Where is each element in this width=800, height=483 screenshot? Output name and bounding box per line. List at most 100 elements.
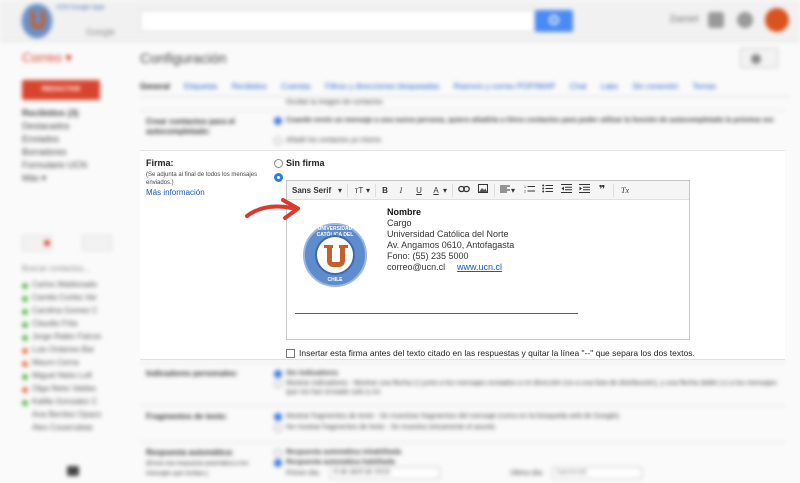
radio-contacts-manual[interactable] xyxy=(274,137,282,145)
contact-item[interactable]: Luis Ordenes Bar xyxy=(22,345,122,358)
bulleted-list-icon xyxy=(541,184,553,193)
signature-position: Cargo xyxy=(387,218,412,228)
underline-button[interactable]: U xyxy=(414,184,424,197)
tab-accounts[interactable]: Cuentas xyxy=(281,82,311,91)
quote-button[interactable]: ❞ xyxy=(596,184,608,197)
nav-item-drafts[interactable]: Borradores xyxy=(22,147,122,160)
radio-no-indicators[interactable] xyxy=(274,370,282,378)
ucn-logo[interactable] xyxy=(20,2,54,40)
row-text: Sin indicadores xyxy=(286,370,339,377)
nav-item-form[interactable]: Formulario UCN xyxy=(22,160,122,173)
tab-forwarding[interactable]: Reenvío y correo POP/IMAP xyxy=(454,82,556,91)
contact-item[interactable]: Mauro Cerna xyxy=(22,358,122,371)
contact-item[interactable]: Carolina Gomez C xyxy=(22,306,122,319)
row-text: Cuando envío un mensaje a una nueva pers… xyxy=(286,117,774,124)
signature-label: Firma: xyxy=(146,158,174,168)
radio-contacts-auto[interactable] xyxy=(274,117,282,125)
signature-note: (Se adjunta al final de todos los mensaj… xyxy=(146,172,258,186)
settings-button[interactable] xyxy=(740,48,778,68)
toolbar-divider xyxy=(347,184,348,197)
align-button[interactable] xyxy=(499,184,511,197)
contact-item[interactable]: Carlos Maldonado xyxy=(22,280,122,293)
more-info-link[interactable]: Más información xyxy=(146,188,205,197)
text-color-button[interactable]: A xyxy=(431,184,441,197)
row-label: Crear contactos para el autocompletado: xyxy=(146,117,235,136)
clear-formatting-button[interactable]: Tx xyxy=(619,184,631,197)
nav-item-sent[interactable]: Enviados xyxy=(22,134,122,147)
nav-item-inbox[interactable]: Recibidos (3) xyxy=(22,108,122,121)
nav-item-starred[interactable]: Destacados xyxy=(22,121,122,134)
svg-text:2: 2 xyxy=(524,190,526,194)
contact-item[interactable]: Claudia Frita xyxy=(22,319,122,332)
radio-no-signature[interactable] xyxy=(274,159,283,168)
indent-less-button[interactable] xyxy=(560,184,572,197)
contact-search-input[interactable]: Buscar contactos... xyxy=(22,264,112,273)
seal-u-letter xyxy=(327,247,345,267)
radio-hide-snippets[interactable] xyxy=(274,424,282,432)
indent-more-button[interactable] xyxy=(578,184,590,197)
row-text: Añadir los contactos yo mismo xyxy=(286,137,381,144)
link-button[interactable] xyxy=(457,184,471,197)
contact-item[interactable]: Camila Cortés Var xyxy=(22,293,122,306)
apps-grid-icon[interactable] xyxy=(708,12,724,28)
compose-button[interactable]: REDACTAR xyxy=(22,80,100,100)
italic-button[interactable]: I xyxy=(396,184,406,197)
numbered-list-button[interactable]: 12 xyxy=(523,184,535,197)
contact-item[interactable]: Ana Benítez Opazo xyxy=(22,410,122,423)
radio-show-indicators[interactable] xyxy=(274,380,282,388)
avatar[interactable] xyxy=(765,8,789,32)
row-text: Mostrar fragmentos de texto - Se muestra… xyxy=(286,413,621,420)
chat-bubble-icon[interactable] xyxy=(67,466,79,476)
settings-tabs: General Etiquetas Recibidos Cuentas Filt… xyxy=(140,82,790,94)
radio-vacation-on[interactable] xyxy=(274,459,282,467)
logo-text: UCN Google Apps xyxy=(56,5,106,11)
row-text: No mostrar fragmentos de texto - Se mues… xyxy=(286,424,497,431)
radio-show-snippets[interactable] xyxy=(274,413,282,421)
radio-vacation-off[interactable] xyxy=(274,449,282,457)
phone-button[interactable] xyxy=(82,235,112,251)
tab-chat[interactable]: Chat xyxy=(570,82,587,91)
search-button[interactable] xyxy=(535,10,573,32)
tab-inbox[interactable]: Recibidos xyxy=(232,82,267,91)
contact-item[interactable]: Miguel Nieto Loft xyxy=(22,371,122,384)
signature-section: Firma: (Se adjunta al final de todos los… xyxy=(140,150,785,360)
no-signature-label[interactable]: Sin firma xyxy=(286,158,325,168)
signature-website-link[interactable]: www.ucn.cl xyxy=(457,262,502,272)
search-input[interactable] xyxy=(140,10,535,32)
bold-button[interactable]: B xyxy=(380,184,390,197)
chevron-down-icon: ▾ xyxy=(443,186,448,195)
nav-item-more[interactable]: Más ▾ xyxy=(22,173,122,186)
status-dot-icon xyxy=(22,361,28,367)
contact-item[interactable]: Olga Nieto Valdes xyxy=(22,384,122,397)
insert-before-quote-label[interactable]: Insertar esta firma antes del texto cita… xyxy=(299,348,695,358)
tab-labels[interactable]: Etiquetas xyxy=(184,82,217,91)
status-dot-icon xyxy=(22,296,28,302)
app-switcher[interactable]: Correo ▾ xyxy=(22,50,72,66)
row-label: Fragmentos de texto: xyxy=(146,412,228,421)
indent-less-icon xyxy=(560,184,572,193)
row-text: Respuesta automática habilitada xyxy=(286,459,395,466)
contact-item[interactable]: Jorge Rabin Falcon xyxy=(22,332,122,345)
radio-signature[interactable] xyxy=(274,173,283,182)
tab-themes[interactable]: Temas xyxy=(692,82,716,91)
font-size-button[interactable]: тT xyxy=(352,184,366,197)
contact-item[interactable]: Kalilla Gonzalez C xyxy=(22,397,122,410)
bulleted-list-button[interactable] xyxy=(541,184,553,197)
signature-content[interactable]: UNIVERSIDAD CATÓLICA DEL NORTE CHILE Nom… xyxy=(287,201,689,339)
insert-before-quote-checkbox[interactable] xyxy=(286,349,295,358)
tab-general[interactable]: General xyxy=(140,82,170,91)
tab-filters[interactable]: Filtros y direcciones bloqueadas xyxy=(325,82,439,91)
svg-text:1: 1 xyxy=(524,185,526,189)
tab-labs[interactable]: Labs xyxy=(601,82,618,91)
last-day-input[interactable]: (opcional) xyxy=(552,467,642,479)
seal-text-bottom: CHILE xyxy=(327,277,343,283)
align-left-icon xyxy=(500,185,510,193)
tab-offline[interactable]: Sin conexión xyxy=(632,82,678,91)
notifications-icon[interactable] xyxy=(737,12,753,28)
signature-editor: Sans Serif ▾ тT ▾ B I U A ▾ ▾ 1 2 ❞ Tx U… xyxy=(286,180,690,340)
user-name[interactable]: Daniel xyxy=(670,14,698,25)
numbered-list-icon: 12 xyxy=(524,185,535,194)
image-button[interactable] xyxy=(477,184,489,197)
first-day-input[interactable]: 6 de abril de 2015 xyxy=(330,467,440,479)
contact-item[interactable]: Alex Covarrubias xyxy=(22,423,122,436)
